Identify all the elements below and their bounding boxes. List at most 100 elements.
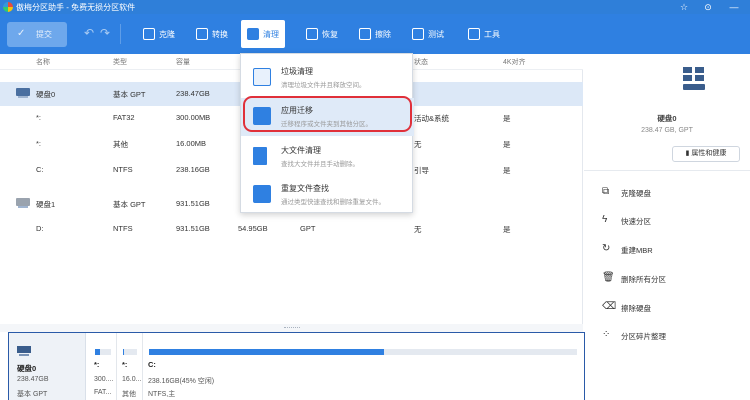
partition-size: 238.16GB(45% 空闲) — [148, 378, 215, 385]
minimize-button[interactable]: — — [726, 0, 742, 14]
partition-fs: NTFS,主 — [148, 391, 176, 398]
clone-disk-icon: ⧉ — [602, 186, 610, 197]
disk-map-disk[interactable]: 硬盘0 238.47GB 基本 GPT — [9, 333, 86, 400]
row-type: NTFS — [113, 224, 133, 233]
row-capacity: 238.16GB — [176, 165, 210, 174]
menu-item-title: 重复文件查找 — [281, 184, 329, 193]
table-row[interactable]: D: NTFS 931.51GB 54.95GB GPT 无 是 — [0, 217, 583, 241]
recover-button[interactable]: 恢复 — [306, 20, 338, 48]
menu-item-junk-cleanup[interactable]: 垃圾清理 清理垃圾文件并且释放空间。 — [241, 59, 414, 97]
app-logo-icon — [3, 2, 13, 12]
tools-button[interactable]: 工具 — [468, 20, 500, 48]
favorite-icon[interactable]: ☆ — [676, 0, 692, 14]
defrag-icon: ⁘ — [602, 329, 611, 340]
erase-disk-icon: ⌫ — [602, 301, 617, 312]
recover-icon — [306, 28, 318, 40]
row-align: 是 — [503, 140, 511, 149]
test-label: 测试 — [428, 29, 444, 39]
tools-icon — [468, 28, 480, 40]
submit-button[interactable]: ✓ 提交 — [7, 22, 67, 47]
cleanup-button[interactable]: 清理 — [241, 20, 285, 48]
disk-map-partition[interactable]: C: 238.16GB(45% 空闲) NTFS,主 — [143, 333, 583, 400]
column-status[interactable]: 状态 — [414, 57, 428, 67]
convert-button[interactable]: 转换 — [196, 20, 228, 48]
app-move-icon — [253, 107, 271, 125]
row-type: 其他 — [113, 140, 128, 149]
usage-bar — [95, 349, 111, 355]
row-name: *: — [36, 139, 42, 148]
action-label: 擦除硬盘 — [621, 304, 651, 313]
row-name: 硬盘0 — [36, 90, 56, 99]
row-type: NTFS — [113, 165, 133, 174]
partition-fs: FAT... — [94, 389, 112, 396]
menu-item-app-migration[interactable]: 应用迁移 迁移程序或文件夹到其他分区。 — [241, 98, 414, 136]
toolbar-divider — [120, 24, 121, 44]
hard-disk-icon — [16, 198, 30, 209]
clone-icon — [143, 28, 155, 40]
menu-item-duplicate-finder[interactable]: 重复文件查找 通过类型快速查找和删除重复文件。 — [241, 176, 414, 214]
submit-label: 提交 — [36, 30, 52, 39]
menu-item-desc: 迁移程序或文件夹到其他分区。 — [281, 121, 372, 128]
hard-disk-icon — [17, 346, 31, 356]
splitter-handle[interactable] — [284, 327, 300, 329]
partition-fs: 其他 — [122, 391, 136, 398]
row-status: 无 — [414, 140, 422, 149]
disk-name: 硬盘0 — [657, 114, 677, 123]
menu-item-title: 大文件清理 — [281, 146, 321, 155]
action-label: 重建MBR — [621, 246, 653, 255]
row-name: *: — [36, 113, 42, 122]
test-icon — [412, 28, 424, 40]
row-capacity: 931.51GB — [176, 224, 210, 233]
column-type[interactable]: 类型 — [113, 57, 127, 67]
row-type: 基本 GPT — [113, 200, 146, 209]
wipe-icon — [359, 28, 371, 40]
properties-health-button[interactable]: ▮ 属性和健康 — [672, 146, 740, 162]
row-fs: GPT — [300, 224, 316, 233]
row-used: 54.95GB — [238, 224, 268, 233]
action-label: 克隆硬盘 — [621, 189, 651, 198]
rebuild-mbr-icon: ↻ — [602, 243, 611, 254]
disk-map-partition[interactable]: *: 300.... FAT... — [89, 333, 117, 400]
action-label: 快速分区 — [621, 217, 651, 226]
clone-button[interactable]: 克隆 — [143, 20, 175, 48]
row-capacity: 931.51GB — [176, 199, 210, 208]
quick-partition-icon: ϟ — [602, 214, 608, 225]
disk-map-type: 基本 GPT — [17, 391, 48, 398]
recover-label: 恢复 — [322, 29, 338, 39]
properties-label: 属性和健康 — [691, 150, 727, 157]
cleanup-label: 清理 — [263, 29, 279, 39]
usage-bar — [149, 349, 577, 355]
large-file-icon — [253, 147, 267, 165]
panel-divider — [584, 170, 750, 171]
broom-icon — [253, 68, 271, 86]
menu-item-desc: 清理垃圾文件并且释放空间。 — [281, 82, 366, 89]
partition-size: 16.0... — [122, 376, 142, 383]
usage-bar — [123, 349, 137, 355]
menu-item-large-file-cleanup[interactable]: 大文件清理 查找大文件并且手动删除。 — [241, 138, 414, 176]
row-capacity: 300.00MB — [176, 113, 211, 122]
menu-item-title: 垃圾清理 — [281, 67, 313, 76]
partition-label: C: — [148, 360, 156, 369]
row-name: 硬盘1 — [36, 200, 56, 209]
column-capacity[interactable]: 容量 — [176, 57, 190, 67]
redo-icon[interactable]: ↷ — [100, 26, 110, 40]
column-4k-align[interactable]: 4K对齐 — [503, 57, 526, 67]
wipe-label: 擦除 — [375, 29, 391, 39]
convert-icon — [196, 28, 208, 40]
disk-info: 238.47 GB, GPT — [641, 127, 693, 134]
row-align: 是 — [503, 166, 511, 175]
wipe-button[interactable]: 擦除 — [359, 20, 391, 48]
undo-icon[interactable]: ↶ — [84, 26, 94, 40]
disk-map-partition[interactable]: *: 16.0... 其他 — [117, 333, 143, 400]
row-capacity: 238.47GB — [176, 89, 210, 98]
row-type: FAT32 — [113, 113, 135, 122]
column-name[interactable]: 名称 — [36, 57, 50, 67]
pane-splitter[interactable] — [0, 324, 583, 332]
test-button[interactable]: 测试 — [412, 20, 444, 48]
cleanup-dropdown-menu: 垃圾清理 清理垃圾文件并且释放空间。 应用迁移 迁移程序或文件夹到其他分区。 大… — [240, 53, 414, 214]
action-label: 分区碎片整理 — [621, 332, 666, 341]
check-icon: ✓ — [17, 28, 26, 39]
menu-icon[interactable]: ⊙ — [700, 0, 716, 14]
row-name: C: — [36, 165, 44, 174]
row-type: 基本 GPT — [113, 90, 146, 99]
